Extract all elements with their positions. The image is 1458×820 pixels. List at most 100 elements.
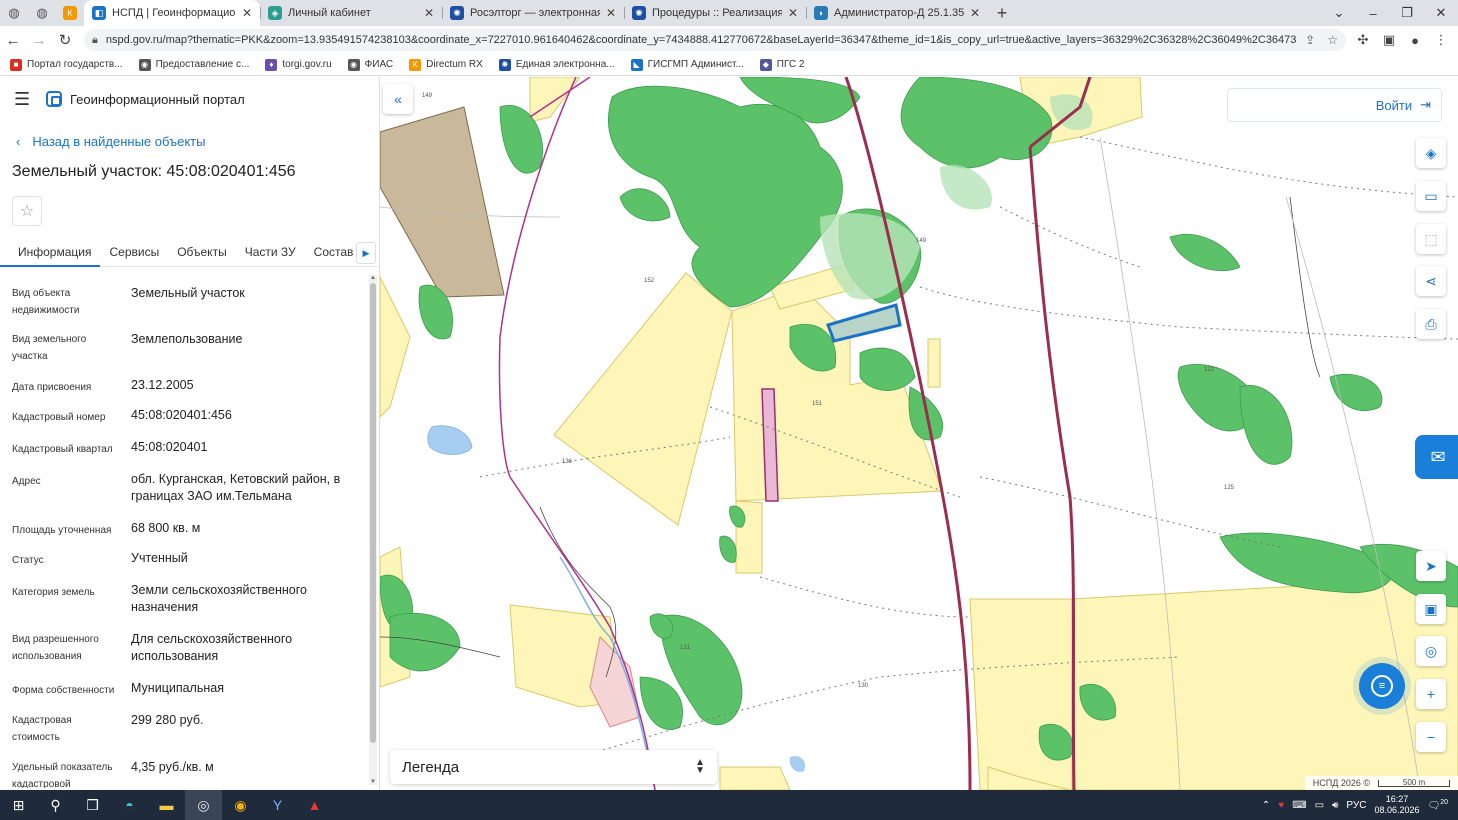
minimize-button[interactable]: –	[1356, 0, 1390, 26]
layers-button[interactable]: ◈	[1416, 138, 1446, 168]
restore-button[interactable]: ❐	[1390, 0, 1424, 26]
plus-icon: +	[1426, 686, 1436, 702]
notifications-icon[interactable]: 🗨︎20	[1428, 799, 1449, 811]
tabs-scroll-right-button[interactable]: ▶	[356, 242, 376, 264]
clock-time: 16:27	[1385, 794, 1409, 804]
close-icon[interactable]: ✕	[242, 6, 252, 20]
windows-start-icon[interactable]: ⊞	[0, 790, 37, 820]
bookmark-item[interactable]: ◉ ФИАС	[347, 58, 393, 71]
antivirus-icon[interactable]: ♥	[1278, 800, 1284, 811]
measure-button[interactable]: ▭	[1416, 181, 1446, 211]
attribution-text: НСПД 2026 ©	[1312, 778, 1370, 788]
keyboard-language[interactable]: РУС	[1346, 800, 1366, 811]
hamburger-menu-icon[interactable]: ☰	[14, 89, 36, 110]
edge-icon[interactable]: ◓	[111, 790, 148, 820]
chat-assistant-button[interactable]: ≡	[1359, 663, 1405, 709]
app-icon[interactable]: ◎	[185, 790, 222, 820]
scroll-up-icon[interactable]: ▲	[369, 275, 377, 281]
print-button[interactable]: ⎙	[1416, 309, 1446, 339]
new-tab-button[interactable]: +	[988, 0, 1016, 26]
pdf-reader-icon[interactable]: ▲	[296, 790, 333, 820]
url-input[interactable]: 🔒︎ nspd.gov.ru/map?thematic=PKK&zoom=13.…	[84, 29, 1346, 51]
close-icon[interactable]: ✕	[606, 6, 616, 20]
select-area-button[interactable]: ⬚	[1416, 224, 1446, 254]
property-value: 45:08:020401	[131, 440, 208, 454]
menu-icon[interactable]: ⋮	[1430, 29, 1452, 51]
bookmark-item[interactable]: ◆ ПГС 2	[759, 58, 805, 71]
browser-tab-admin[interactable]: ◗ Администратор-Д 25.1.350.417 ✕	[806, 0, 988, 26]
task-view-icon[interactable]: ❒	[74, 790, 111, 820]
back-to-results-link[interactable]: ‹ Назад в найденные объекты	[16, 134, 379, 149]
bookmark-item[interactable]: ◉ Предоставление с...	[138, 58, 250, 71]
volume-icon[interactable]: 🔊︎	[1332, 800, 1338, 811]
collapse-panel-button[interactable]: «	[383, 84, 413, 114]
legend-label: Легенда	[402, 758, 460, 776]
bookmark-item[interactable]: ♦ torgi.gov.ru	[265, 58, 332, 71]
tab-services[interactable]: Сервисы	[100, 239, 168, 267]
bookmark-label: ГИСГМП Админист...	[647, 59, 744, 70]
tab-label: Администратор-Д 25.1.350.417	[834, 7, 964, 19]
scroll-down-icon[interactable]: ▼	[369, 779, 377, 785]
chevron-up-icon[interactable]: ⌃	[1262, 800, 1270, 811]
property-scrollbar[interactable]: ▲ ▼	[369, 275, 377, 785]
extensions-icon[interactable]: ✣	[1352, 29, 1374, 51]
clock[interactable]: 16:27 08.06.2026	[1374, 794, 1419, 816]
tab-icon-3[interactable]: К	[56, 0, 84, 26]
zoom-out-button[interactable]: −	[1416, 722, 1446, 752]
tab-icon-1[interactable]: ◍	[0, 0, 28, 26]
map-label: 136	[562, 459, 573, 465]
forward-button[interactable]: →	[26, 27, 52, 53]
bookmark-label: Предоставление с...	[155, 59, 250, 70]
browser-tab-cabinet[interactable]: ◈ Личный кабинет ✕	[260, 0, 442, 26]
portal-header: ☰ Геоинформационный портал	[0, 77, 379, 121]
bookmark-item[interactable]: К Directum RX	[409, 58, 483, 71]
favorite-star-button[interactable]: ☆	[12, 196, 42, 226]
tab-information[interactable]: Информация	[0, 239, 101, 267]
scroll-thumb[interactable]	[370, 283, 376, 743]
bookmark-item[interactable]: ◣ ГИСГМП Админист...	[630, 58, 744, 71]
feedback-tab[interactable]: ✉	[1415, 435, 1458, 479]
reload-button[interactable]: ↻	[52, 27, 78, 53]
double-chevron-left-icon: «	[394, 91, 402, 107]
zoom-in-button[interactable]: +	[1416, 679, 1446, 709]
browser-tab-roseltorg[interactable]: ✺ Росэлторг — электронная торг ✕	[442, 0, 624, 26]
tab-composition[interactable]: Состав	[305, 239, 363, 267]
legend-panel[interactable]: Легенда ▲ ▼	[390, 750, 717, 784]
map-canvas[interactable]: 149 152 151 136 121 130 122 125 149 « Во…	[380, 77, 1458, 790]
share-map-button[interactable]: ⋖	[1416, 266, 1446, 296]
chrome-icon[interactable]: ◉	[222, 790, 259, 820]
tab-favicon: ◧	[92, 6, 106, 20]
bookmark-item[interactable]: ✺ Единая электронна...	[498, 58, 615, 71]
portal-title: Геоинформационный портал	[70, 91, 245, 107]
close-icon[interactable]: ✕	[970, 6, 980, 20]
back-button[interactable]: ←	[0, 27, 26, 53]
locate-button[interactable]: ➤	[1416, 551, 1446, 581]
display-icon[interactable]: ▭	[1315, 800, 1324, 811]
profile-icon[interactable]: ●	[1404, 29, 1426, 51]
search-location-button[interactable]: ◎	[1416, 636, 1446, 666]
extension-icons: ✣ ▣ ● ⋮	[1352, 29, 1458, 51]
login-button[interactable]: Войти ⇥	[1227, 88, 1442, 122]
search-icon[interactable]: ⚲	[37, 790, 74, 820]
network-icon[interactable]: ⌨	[1292, 800, 1306, 811]
close-icon[interactable]: ✕	[788, 6, 798, 20]
sidebar-icon[interactable]: ▣	[1378, 29, 1400, 51]
bookmark-item[interactable]: ■ Портал государств...	[10, 58, 123, 71]
chevron-down-icon[interactable]: ⌄	[1322, 0, 1356, 26]
close-icon[interactable]: ✕	[424, 6, 434, 20]
window-controls: ⌄ – ❐ ✕	[1322, 0, 1458, 26]
share-icon[interactable]: ⇪	[1305, 33, 1315, 47]
bookmark-star-icon[interactable]: ☆	[1327, 33, 1338, 47]
tab-icon-2[interactable]: ◍	[28, 0, 56, 26]
yandex-icon[interactable]: Y	[259, 790, 296, 820]
tab-objects[interactable]: Объекты	[168, 239, 236, 267]
browser-tab-nspd[interactable]: ◧ НСПД | Геоинформационный п ✕	[84, 0, 260, 26]
file-explorer-icon[interactable]: ▬	[148, 790, 185, 820]
browser-tab-procedures[interactable]: ✺ Процедуры :: Реализация госи ✕	[624, 0, 806, 26]
info-tabs: Информация Сервисы Объекты Части ЗУ Сост…	[0, 239, 380, 267]
close-window-button[interactable]: ✕	[1424, 0, 1458, 26]
property-value: обл. Курганская, Кетовский район, в гран…	[131, 472, 341, 503]
minimap-button[interactable]: ▣	[1416, 594, 1446, 624]
map-label: 149	[422, 93, 433, 99]
tab-parts[interactable]: Части ЗУ	[236, 239, 305, 267]
